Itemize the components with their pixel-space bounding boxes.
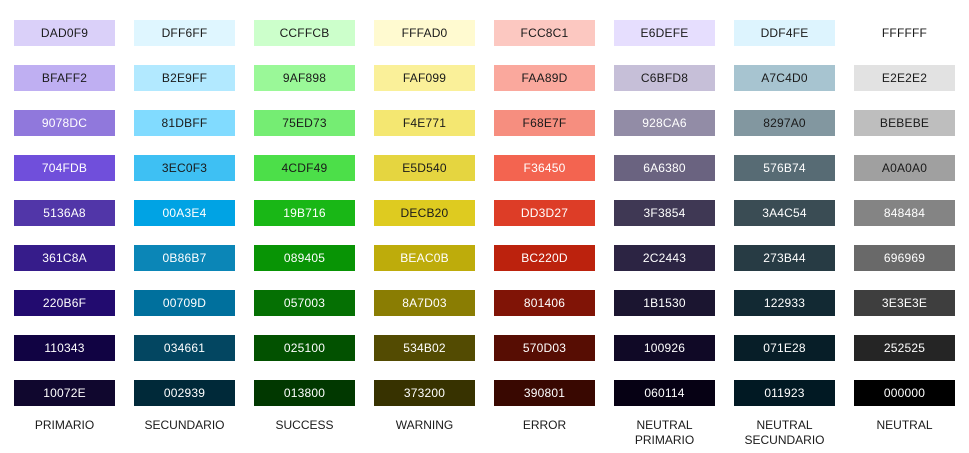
swatch-primario-1: DAD0F9 <box>14 20 115 46</box>
swatch-primario-3: 9078DC <box>14 110 115 136</box>
label-success: SUCCESS <box>275 418 334 432</box>
swatch-neutral-7: 3E3E3E <box>854 290 955 316</box>
swatch-neutral-secundario-8: 071E28 <box>734 335 835 361</box>
swatch-neutral-secundario-2: A7C4D0 <box>734 65 835 91</box>
swatch-error-5: DD3D27 <box>494 200 595 226</box>
label-error: ERROR <box>522 418 567 432</box>
swatch-neutral-primario-3: 928CA6 <box>614 110 715 136</box>
swatch-neutral-primario-7: 1B1530 <box>614 290 715 316</box>
swatch-secundario-2: B2E9FF <box>134 65 235 91</box>
swatch-warning-1: FFFAD0 <box>374 20 475 46</box>
swatch-warning-5: DECB20 <box>374 200 475 226</box>
swatch-neutral-primario-4: 6A6380 <box>614 155 715 181</box>
column-neutral: FFFFFF E2E2E2 BEBEBE A0A0A0 848484 69696… <box>854 20 955 406</box>
swatch-neutral-secundario-3: 8297A0 <box>734 110 835 136</box>
swatch-secundario-1: DFF6FF <box>134 20 235 46</box>
column-neutral-secundario: DDF4FE A7C4D0 8297A0 576B74 3A4C54 273B4… <box>734 20 835 406</box>
swatch-neutral-primario-9: 060114 <box>614 380 715 406</box>
swatch-success-8: 025100 <box>254 335 355 361</box>
label-primario: PRIMARIO <box>34 418 95 432</box>
swatch-neutral-6: 696969 <box>854 245 955 271</box>
swatch-secundario-3: 81DBFF <box>134 110 235 136</box>
swatch-secundario-9: 002939 <box>134 380 235 406</box>
swatch-neutral-8: 252525 <box>854 335 955 361</box>
column-primario: DAD0F9 BFAFF2 9078DC 704FDB 5136A8 361C8… <box>14 20 115 406</box>
swatch-neutral-secundario-7: 122933 <box>734 290 835 316</box>
swatch-neutral-secundario-4: 576B74 <box>734 155 835 181</box>
column-neutral-primario: E6DEFE C6BFD8 928CA6 6A6380 3F3854 2C244… <box>614 20 715 406</box>
swatch-primario-9: 10072E <box>14 380 115 406</box>
swatch-neutral-9: 000000 <box>854 380 955 406</box>
swatch-primario-8: 110343 <box>14 335 115 361</box>
swatch-primario-4: 704FDB <box>14 155 115 181</box>
swatch-warning-6: BEAC0B <box>374 245 475 271</box>
swatch-neutral-3: BEBEBE <box>854 110 955 136</box>
swatch-primario-5: 5136A8 <box>14 200 115 226</box>
swatch-success-5: 19B716 <box>254 200 355 226</box>
swatch-success-1: CCFFCB <box>254 20 355 46</box>
swatch-error-9: 390801 <box>494 380 595 406</box>
label-warning: WARNING <box>395 418 454 432</box>
swatch-neutral-2: E2E2E2 <box>854 65 955 91</box>
swatch-error-4: F36450 <box>494 155 595 181</box>
swatch-warning-8: 534B02 <box>374 335 475 361</box>
swatch-error-6: BC220D <box>494 245 595 271</box>
swatch-neutral-secundario-6: 273B44 <box>734 245 835 271</box>
swatch-neutral-secundario-1: DDF4FE <box>734 20 835 46</box>
swatch-secundario-8: 034661 <box>134 335 235 361</box>
label-secundario: SECUNDARIO <box>144 418 225 432</box>
color-palette-page: DAD0F9 BFAFF2 9078DC 704FDB 5136A8 361C8… <box>0 0 969 453</box>
swatch-neutral-primario-5: 3F3854 <box>614 200 715 226</box>
swatch-error-8: 570D03 <box>494 335 595 361</box>
swatch-success-6: 089405 <box>254 245 355 271</box>
swatch-neutral-1: FFFFFF <box>854 20 955 46</box>
swatch-warning-2: FAF099 <box>374 65 475 91</box>
swatch-secundario-6: 0B86B7 <box>134 245 235 271</box>
swatch-success-7: 057003 <box>254 290 355 316</box>
label-neutral: NEUTRAL <box>876 418 933 432</box>
swatch-error-1: FCC8C1 <box>494 20 595 46</box>
swatch-neutral-primario-8: 100926 <box>614 335 715 361</box>
swatch-warning-4: E5D540 <box>374 155 475 181</box>
swatch-success-3: 75ED73 <box>254 110 355 136</box>
column-success: CCFFCB 9AF898 75ED73 4CDF49 19B716 08940… <box>254 20 355 406</box>
swatch-secundario-4: 3EC0F3 <box>134 155 235 181</box>
swatch-success-9: 013800 <box>254 380 355 406</box>
column-warning: FFFAD0 FAF099 F4E771 E5D540 DECB20 BEAC0… <box>374 20 475 406</box>
swatch-success-2: 9AF898 <box>254 65 355 91</box>
swatch-primario-2: BFAFF2 <box>14 65 115 91</box>
swatch-success-4: 4CDF49 <box>254 155 355 181</box>
swatch-error-3: F68E7F <box>494 110 595 136</box>
swatch-warning-3: F4E771 <box>374 110 475 136</box>
swatch-error-7: 801406 <box>494 290 595 316</box>
column-error: FCC8C1 FAA89D F68E7F F36450 DD3D27 BC220… <box>494 20 595 406</box>
swatch-primario-6: 361C8A <box>14 245 115 271</box>
swatch-neutral-primario-1: E6DEFE <box>614 20 715 46</box>
swatch-neutral-primario-6: 2C2443 <box>614 245 715 271</box>
swatch-neutral-primario-2: C6BFD8 <box>614 65 715 91</box>
swatch-secundario-5: 00A3E4 <box>134 200 235 226</box>
swatch-grid: DAD0F9 BFAFF2 9078DC 704FDB 5136A8 361C8… <box>14 20 969 406</box>
column-labels: PRIMARIO SECUNDARIO SUCCESS WARNING ERRO… <box>14 418 969 448</box>
swatch-warning-9: 373200 <box>374 380 475 406</box>
swatch-neutral-4: A0A0A0 <box>854 155 955 181</box>
swatch-error-2: FAA89D <box>494 65 595 91</box>
swatch-neutral-secundario-9: 011923 <box>734 380 835 406</box>
column-secundario: DFF6FF B2E9FF 81DBFF 3EC0F3 00A3E4 0B86B… <box>134 20 235 406</box>
swatch-warning-7: 8A7D03 <box>374 290 475 316</box>
swatch-neutral-5: 848484 <box>854 200 955 226</box>
label-neutral-secundario: NEUTRAL SECUNDARIO <box>744 418 825 447</box>
swatch-primario-7: 220B6F <box>14 290 115 316</box>
swatch-secundario-7: 00709D <box>134 290 235 316</box>
label-neutral-primario: NEUTRAL PRIMARIO <box>634 418 695 447</box>
swatch-neutral-secundario-5: 3A4C54 <box>734 200 835 226</box>
